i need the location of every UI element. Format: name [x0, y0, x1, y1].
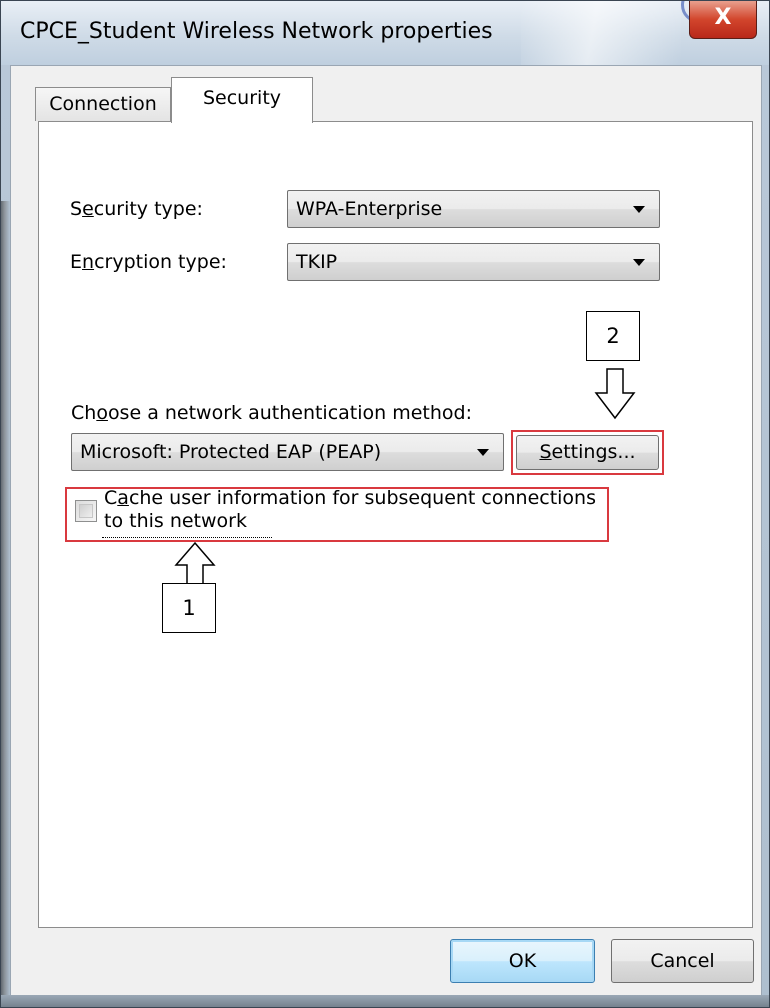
close-icon: X: [714, 5, 732, 30]
window-title: CPCE_Student Wireless Network properties: [20, 19, 493, 44]
chevron-down-icon: [633, 259, 645, 266]
window-bottom-edge: [1, 995, 769, 1007]
encryption-type-label: Encryption type:: [70, 251, 227, 273]
settings-highlight: Settings...: [511, 430, 664, 475]
cache-label-line-1: Cache user information for subsequent co…: [104, 487, 596, 509]
security-type-label: Security type:: [70, 198, 203, 220]
chevron-down-icon: [477, 449, 489, 456]
cache-label-line-2: to this network: [104, 510, 247, 532]
security-type-value: WPA-Enterprise: [296, 198, 443, 220]
auth-method-select[interactable]: Microsoft: Protected EAP (PEAP): [71, 433, 504, 471]
security-type-select[interactable]: WPA-Enterprise: [287, 190, 660, 228]
properties-window: CPCE_Student Wireless Network properties…: [0, 0, 770, 1008]
arrow-up-icon: [174, 541, 216, 586]
ok-button[interactable]: OK: [450, 939, 595, 983]
titlebar[interactable]: CPCE_Student Wireless Network properties…: [1, 1, 769, 65]
window-edge: [1, 201, 10, 1001]
callout-1: 1: [162, 583, 216, 633]
encryption-type-value: TKIP: [296, 251, 338, 273]
chevron-down-icon: [633, 206, 645, 213]
tab-connection[interactable]: Connection: [35, 87, 171, 121]
callout-2: 2: [586, 311, 640, 361]
cancel-button[interactable]: Cancel: [611, 939, 754, 983]
focus-rectangle: [102, 537, 272, 538]
cache-user-info-label[interactable]: Cache user information for subsequent co…: [104, 487, 604, 533]
titlebar-glare: [521, 1, 681, 65]
auth-method-value: Microsoft: Protected EAP (PEAP): [80, 441, 382, 463]
tab-security[interactable]: Security: [171, 77, 313, 123]
auth-method-label: Choose a network authentication method:: [71, 402, 473, 424]
close-button[interactable]: X: [689, 1, 757, 39]
arrow-down-icon: [594, 368, 636, 420]
cache-user-info-checkbox[interactable]: [75, 500, 97, 522]
encryption-type-select[interactable]: TKIP: [287, 243, 660, 281]
settings-button[interactable]: Settings...: [516, 435, 659, 470]
